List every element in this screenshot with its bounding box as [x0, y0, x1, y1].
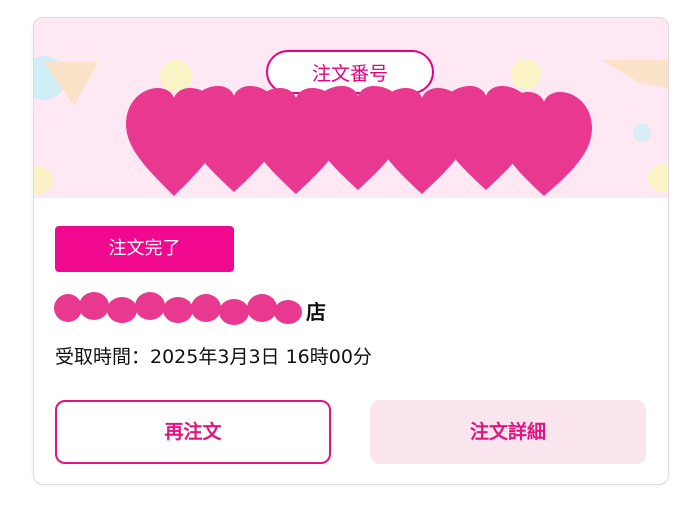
reorder-button[interactable]: 再注文 — [55, 400, 331, 464]
pickup-time: 受取時間：2025年3月3日 16時00分 — [55, 346, 372, 368]
order-details-button[interactable]: 注文詳細 — [370, 400, 646, 464]
order-status-badge: 注文完了 — [55, 226, 234, 272]
store-name-suffix: 店 — [306, 300, 326, 324]
store-name: 店 — [54, 290, 474, 330]
order-number-redaction — [126, 86, 592, 196]
order-card: 注文番号 注文完了 店 受取時間：2025年3月3日 16時00分 再注文 注文… — [33, 17, 669, 485]
order-banner: 注文番号 — [34, 18, 668, 198]
store-name-redaction — [54, 292, 302, 325]
